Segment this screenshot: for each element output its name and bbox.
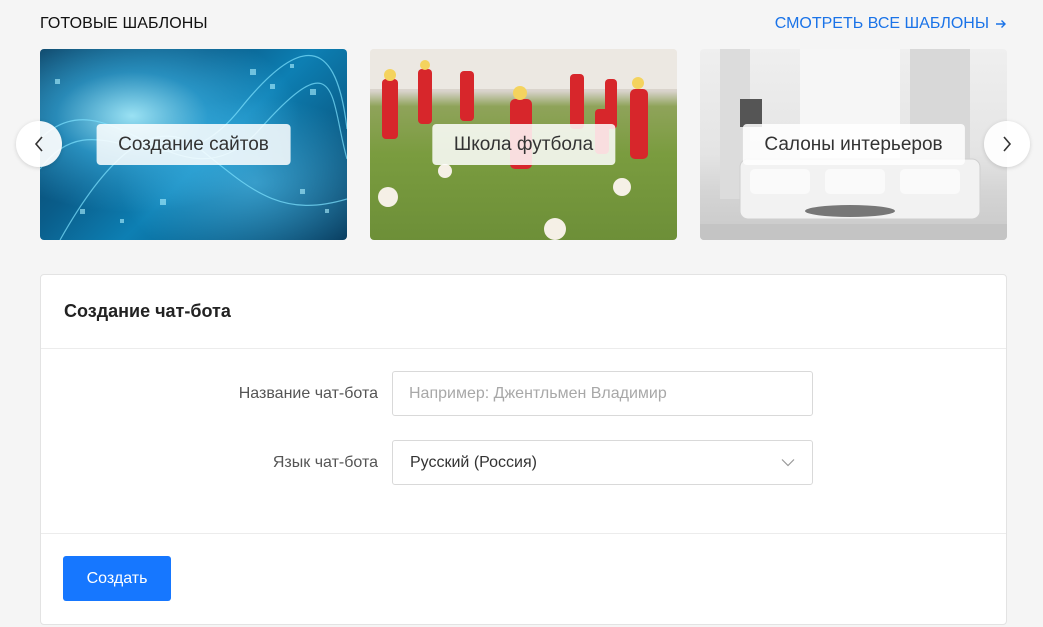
view-all-templates-link[interactable]: СМОТРЕТЬ ВСЕ ШАБЛОНЫ (775, 15, 1007, 33)
templates-carousel: Создание сайтов Школа футбола Салоны инт… (40, 49, 1007, 240)
chevron-right-icon (1003, 136, 1012, 152)
arrow-right-icon (996, 20, 1006, 28)
template-card-label: Школа футбола (431, 124, 616, 165)
view-all-templates-label: СМОТРЕТЬ ВСЕ ШАБЛОНЫ (774, 15, 989, 32)
chatbot-language-value: Русский (Россия) (410, 453, 537, 471)
chevron-down-icon (781, 459, 795, 467)
panel-title: Создание чат-бота (64, 301, 231, 321)
panel-footer: Создать (41, 533, 1006, 625)
chatbot-name-input[interactable] (392, 371, 813, 416)
templates-title: ГОТОВЫЕ ШАБЛОНЫ (40, 15, 208, 32)
template-card-label: Создание сайтов (96, 124, 291, 165)
panel-header: Создание чат-бота (41, 275, 1006, 349)
chatbot-name-label: Название чат-бота (238, 385, 378, 402)
template-card-interiors[interactable]: Салоны интерьеров (700, 49, 1007, 240)
carousel-prev-button[interactable] (16, 121, 62, 167)
chatbot-language-label: Язык чат-бота (272, 454, 378, 471)
create-button[interactable]: Создать (63, 556, 171, 601)
form-row-name: Название чат-бота (41, 371, 1006, 416)
chevron-left-icon (34, 136, 43, 152)
template-card-football[interactable]: Школа футбола (370, 49, 677, 240)
template-card-websites[interactable]: Создание сайтов (40, 49, 347, 240)
chatbot-language-select[interactable]: Русский (Россия) (392, 440, 813, 485)
carousel-next-button[interactable] (984, 121, 1030, 167)
form-row-language: Язык чат-бота Русский (Россия) (41, 440, 1006, 485)
template-card-label: Салоны интерьеров (742, 124, 965, 165)
chatbot-create-panel: Создание чат-бота Название чат-бота Язык… (40, 274, 1007, 625)
